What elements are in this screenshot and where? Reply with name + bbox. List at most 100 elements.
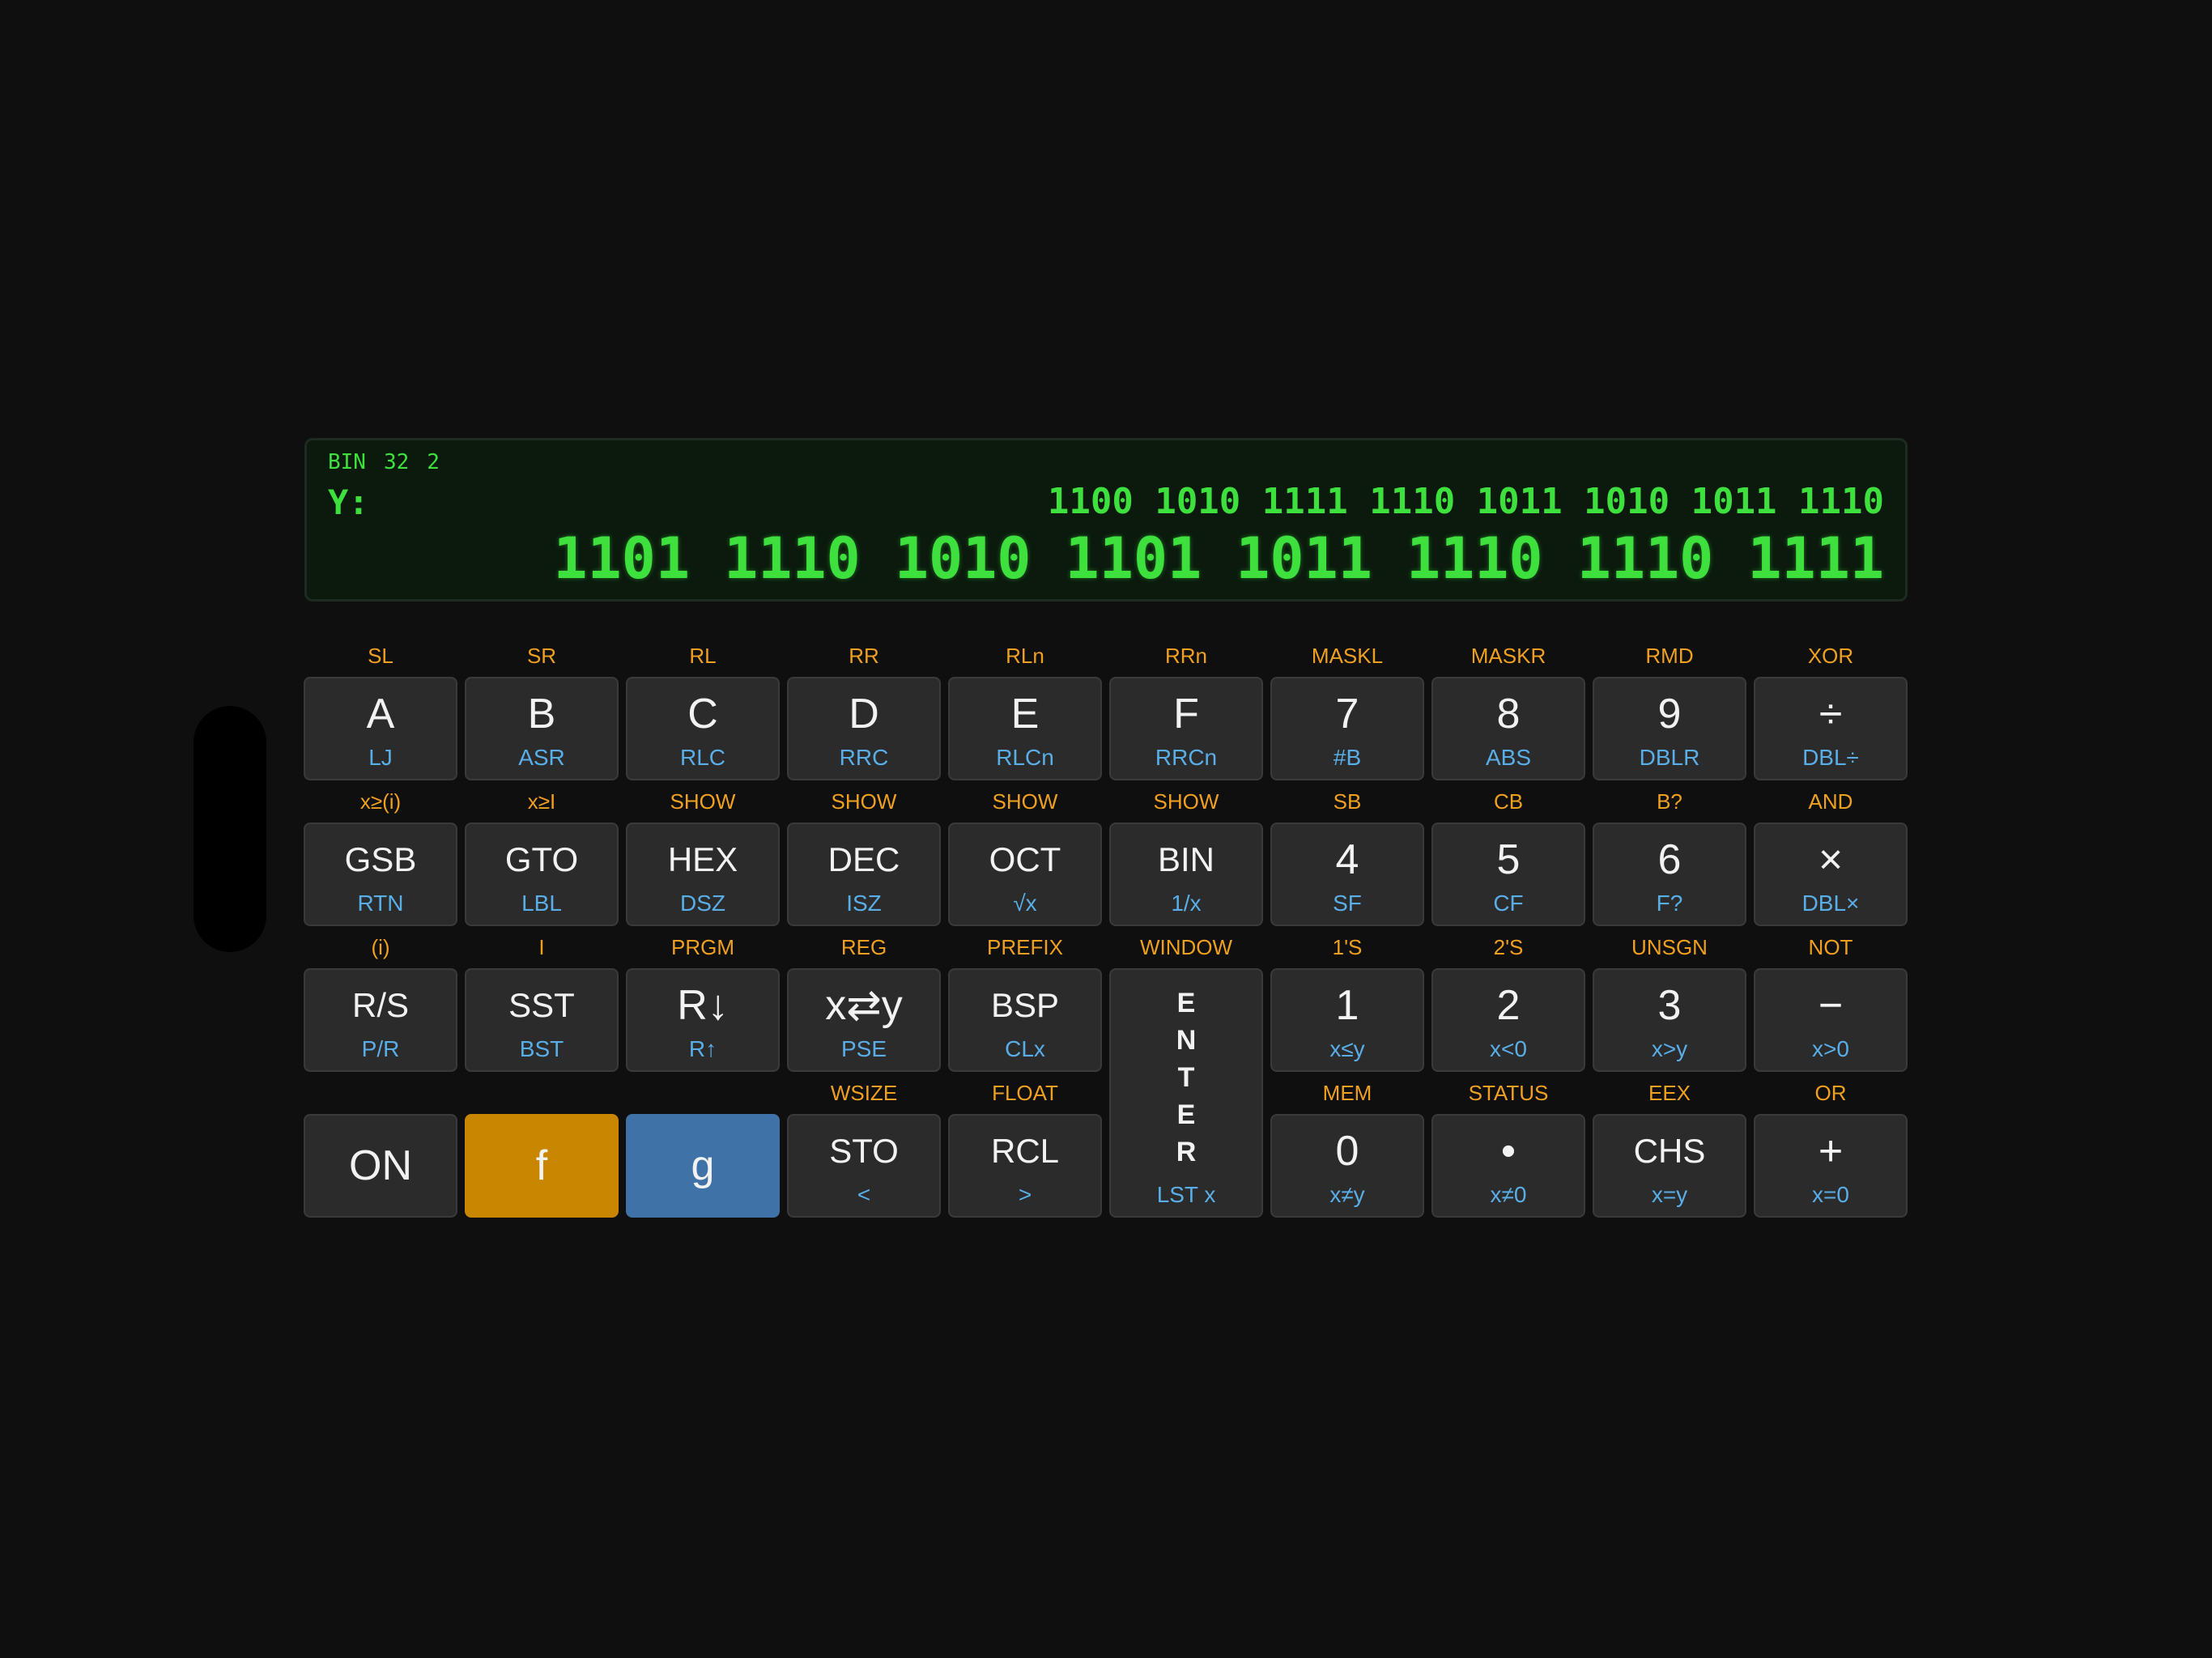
key-main-label: R↓ — [677, 982, 729, 1029]
g-shift-label: > — [1018, 1182, 1032, 1207]
enter-letter: R — [1176, 1137, 1197, 1167]
g-shift-label: BST — [519, 1036, 564, 1061]
key-r-s[interactable]: R/S P/R — [304, 968, 457, 1072]
key--[interactable]: − x>0 — [1754, 968, 1908, 1072]
f-shift-label: WSIZE — [830, 1081, 898, 1105]
key-b[interactable]: B ASR — [465, 677, 619, 780]
key-main-label: R/S — [351, 986, 409, 1024]
f-shift-label — [465, 1077, 619, 1109]
g-shift-label: DBL× — [1802, 891, 1860, 916]
key-3[interactable]: 3 x>y — [1593, 968, 1746, 1072]
f-shift-label: FLOAT — [992, 1081, 1058, 1105]
x-register-value: 1101 1110 1010 1101 1011 1110 1110 1111 — [553, 525, 1884, 592]
f-shift-label: SHOW — [670, 789, 736, 814]
key-9[interactable]: 9 DBLR — [1593, 677, 1746, 780]
key-gsb[interactable]: GSB RTN — [304, 823, 457, 926]
enter-letter: N — [1176, 1025, 1197, 1056]
key-main-label: 2 — [1496, 982, 1521, 1029]
key-main-label: ÷ — [1819, 691, 1843, 738]
g-shift-label: RLCn — [996, 745, 1054, 770]
key-main-label: BIN — [1157, 840, 1214, 878]
enter-letter: T — [1177, 1062, 1195, 1093]
key-x-y[interactable]: x⇄y PSE — [787, 968, 941, 1072]
g-shift-label: RLC — [679, 745, 725, 770]
key-dec[interactable]: DEC ISZ — [787, 823, 941, 926]
key-main-label: − — [1818, 982, 1844, 1029]
f-shift-label: MEM — [1322, 1081, 1372, 1105]
key-5[interactable]: 5 CF — [1431, 823, 1585, 926]
key-main-label: 8 — [1496, 691, 1521, 738]
key-c[interactable]: C RLC — [626, 677, 780, 780]
base-mode-indicator: BIN — [328, 450, 366, 474]
on-key[interactable]: ON — [304, 1114, 457, 1218]
f-shift-label: OR — [1814, 1081, 1847, 1105]
key-e[interactable]: E RLCn — [948, 677, 1102, 780]
key-main-label: 5 — [1496, 836, 1521, 883]
f-shift-label: RL — [689, 644, 717, 668]
f-shift-label: REG — [840, 935, 887, 959]
key-main-label: OCT — [989, 840, 1061, 878]
key-r-[interactable]: R↓ R↑ — [626, 968, 780, 1072]
key--[interactable]: • x≠0 — [1431, 1114, 1585, 1218]
word-size-indicator: 32 — [383, 450, 410, 474]
lcd-display: BIN 32 2 Y: 1100 1010 1111 1110 1011 1010 … — [304, 438, 1908, 602]
f-shift-label: 2'S — [1493, 935, 1524, 959]
key-a[interactable]: A LJ — [304, 677, 457, 780]
key-bsp[interactable]: BSP CLx — [948, 968, 1102, 1072]
g-shift-label: 1/x — [1171, 891, 1202, 916]
key-main-label: BSP — [990, 986, 1060, 1024]
key-sst[interactable]: SST BST — [465, 968, 619, 1072]
key-0[interactable]: 0 x≠y — [1270, 1114, 1424, 1218]
key-main-label: x⇄y — [825, 982, 903, 1029]
key--[interactable]: ÷ DBL÷ — [1754, 677, 1908, 780]
enter-letter: E — [1176, 1099, 1196, 1130]
key-f[interactable]: F RRCn — [1109, 677, 1263, 780]
complement-indicator: 2 — [427, 450, 440, 474]
g-shift-label: ISZ — [846, 891, 882, 916]
f-shift-label: SL — [368, 644, 393, 668]
key-1[interactable]: 1 x≤y — [1270, 968, 1424, 1072]
key-chs[interactable]: CHS x=y — [1593, 1114, 1746, 1218]
key-rcl[interactable]: RCL > — [948, 1114, 1102, 1218]
key--[interactable]: × DBL× — [1754, 823, 1908, 926]
key-main-label: 4 — [1335, 836, 1359, 883]
g-shift-label: R↑ — [688, 1036, 717, 1061]
key-main-label: 1 — [1335, 982, 1359, 1029]
key-bin[interactable]: BIN 1/x — [1109, 823, 1263, 926]
f-shift-label: B? — [1657, 789, 1682, 814]
key-main-label: F — [1173, 691, 1199, 738]
f-shift-key[interactable]: f — [465, 1114, 619, 1218]
f-shift-label: SHOW — [1153, 789, 1219, 814]
enter-key-label: ENTER — [1111, 984, 1261, 1171]
g-shift-label: RTN — [357, 891, 404, 916]
f-shift-label: x≥I — [527, 789, 556, 814]
key-main-label: • — [1500, 1128, 1516, 1175]
key-oct[interactable]: OCT √x — [948, 823, 1102, 926]
g-shift-label: x≠y — [1329, 1182, 1365, 1207]
key-sto[interactable]: STO < — [787, 1114, 941, 1218]
key-7[interactable]: 7 #B — [1270, 677, 1424, 780]
key-hex[interactable]: HEX DSZ — [626, 823, 780, 926]
key-main-label: HEX — [667, 840, 738, 878]
key-d[interactable]: D RRC — [787, 677, 941, 780]
g-shift-label: x>0 — [1812, 1036, 1849, 1061]
g-shift-label: CLx — [1005, 1036, 1045, 1061]
key-main-label: CHS — [1633, 1132, 1706, 1170]
g-shift-label: LST x — [1156, 1182, 1216, 1207]
key-main-label: ON — [349, 1142, 412, 1189]
g-shift-key[interactable]: g — [626, 1114, 780, 1218]
f-shift-label: PRGM — [671, 935, 734, 959]
key--[interactable]: + x=0 — [1754, 1114, 1908, 1218]
key-6[interactable]: 6 F? — [1593, 823, 1746, 926]
calculator-screen: BIN 32 2 Y: 1100 1010 1111 1110 1011 1010 … — [0, 0, 2212, 1658]
f-shift-label: WINDOW — [1139, 935, 1233, 959]
key-4[interactable]: 4 SF — [1270, 823, 1424, 926]
f-shift-label: I — [538, 935, 545, 959]
key-2[interactable]: 2 x<0 — [1431, 968, 1585, 1072]
enter-key[interactable]: E N T E R LST x — [1109, 968, 1263, 1218]
f-shift-label — [304, 1077, 457, 1109]
key-main-label: RCL — [990, 1132, 1060, 1170]
g-shift-label: SF — [1333, 891, 1362, 916]
key-8[interactable]: 8 ABS — [1431, 677, 1585, 780]
key-gto[interactable]: GTO LBL — [465, 823, 619, 926]
